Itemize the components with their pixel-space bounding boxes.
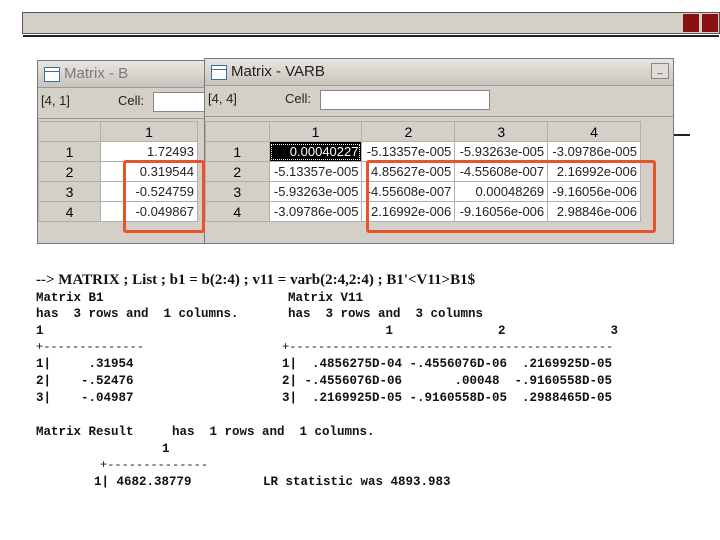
toolbar-underline [23,35,719,37]
grid-cell[interactable]: -3.09786e-005 [547,141,641,162]
grid-cell-selected[interactable]: 0.00040227 [268,141,363,162]
grid-cell[interactable]: -3.09786e-005 [268,201,363,222]
matrix-b-cell-input[interactable] [153,92,211,112]
matrix-b-titlebar[interactable]: Matrix - B [38,61,211,88]
row-header[interactable]: 1 [205,141,270,162]
command-line: --> MATRIX ; List ; b1 = b(2:4) ; v11 = … [36,272,476,288]
column-header[interactable]: 3 [454,121,549,142]
matrix-b-cell-ref: [4, 1] [41,93,70,108]
b1-row: 2| -.52476 [36,374,134,388]
row-header[interactable]: 4 [205,201,270,222]
toolbar-red-button[interactable] [683,14,699,32]
result-separator: +-------------- [100,458,209,472]
matrix-varb-titlebar[interactable]: Matrix - VARB _ [205,59,673,86]
matrix-varb-cell-ref: [4, 4] [208,91,237,106]
b1-row: 3| -.04987 [36,391,134,405]
row-header[interactable]: 2 [38,161,101,182]
grid-cell[interactable]: -5.13357e-005 [268,161,363,182]
b1-dims: has 3 rows and 1 columns. [36,307,239,321]
grid-cell[interactable]: -5.93263e-005 [454,141,549,162]
row-header[interactable]: 3 [205,181,270,202]
matrix-varb-cell-label: Cell: [285,91,312,106]
matrix-b-cell-label: Cell: [118,93,145,108]
column-header[interactable]: 1 [268,121,363,142]
v11-column-headers: 1 2 3 [288,324,619,338]
grid-cell[interactable]: -5.93263e-005 [268,181,363,202]
result-column-header: 1 [162,442,170,456]
grid-corner [38,121,101,142]
matrix-varb-cellbar: [4, 4] Cell: [205,86,673,117]
matrix-b-title: Matrix - B [64,65,129,82]
matrix-varb-cell-input[interactable] [320,90,490,110]
v11-title: Matrix V11 [288,291,364,305]
result-dims: has 1 rows and 1 columns. [172,425,375,439]
row-header[interactable]: 2 [205,161,270,182]
matrix-varb-title: Matrix - VARB [231,63,325,80]
matrix-window-icon [211,65,227,80]
row-header[interactable]: 4 [38,201,101,222]
app-toolbar [22,12,720,37]
toolbar-red-button-2[interactable] [702,14,718,32]
b1-column-header: 1 [36,324,44,338]
column-header[interactable]: 2 [361,121,456,142]
v11-row: 3| .2169925D-05 -.9160558D-05 .2988465D-… [282,391,613,405]
matrix-b-cellbar: [4, 1] Cell: [38,88,211,119]
b1-title: Matrix B1 [36,291,104,305]
lr-statistic: LR statistic was 4893.983 [263,475,451,489]
decorative-line [674,134,690,136]
b1-separator: +-------------- [36,340,145,354]
b1-row: 1| .31954 [36,357,134,371]
v11-row: 1| .4856275D-04 -.4556076D-06 .2169925D-… [282,357,613,371]
matrix-window-icon [44,67,60,82]
column-header[interactable]: 4 [547,121,641,142]
grid-corner [205,121,270,142]
v11-dims: has 3 rows and 3 columns [288,307,484,321]
result-row: 1| 4682.38779 [94,475,192,489]
v11-separator: +---------------------------------------… [282,340,614,354]
column-header[interactable]: 1 [100,121,198,142]
result-title: Matrix Result [36,425,134,439]
highlight-box-b [123,160,205,233]
grid-cell[interactable]: -5.13357e-005 [361,141,456,162]
row-header[interactable]: 3 [38,181,101,202]
grid-cell[interactable]: 1.72493 [100,141,198,162]
highlight-box-varb [366,160,656,233]
minimize-button[interactable]: _ [651,63,669,79]
row-header[interactable]: 1 [38,141,101,162]
v11-row: 2| -.4556076D-06 .00048 -.9160558D-05 [282,374,613,388]
